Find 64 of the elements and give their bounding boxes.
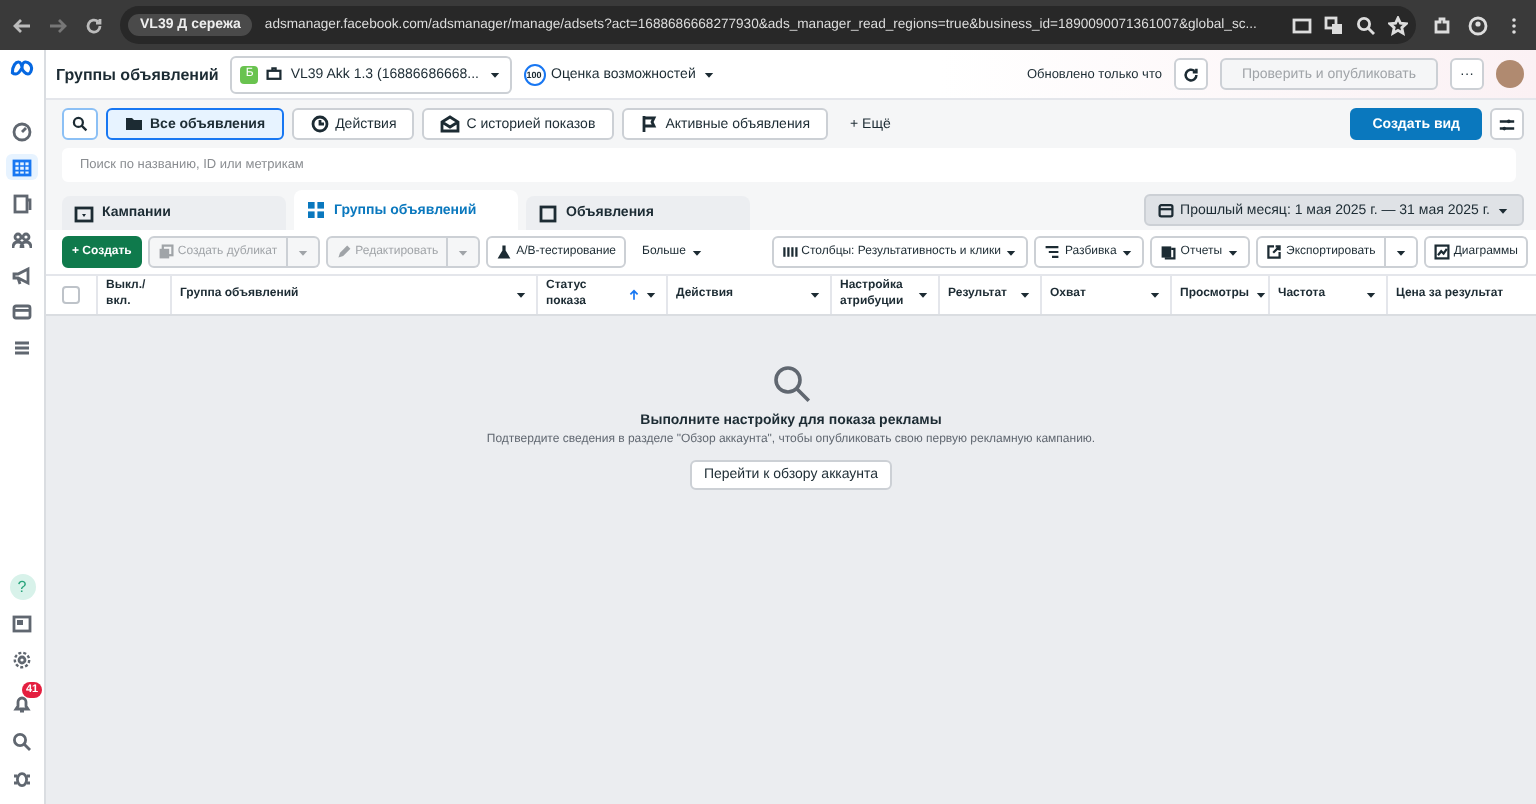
caret-icon (1004, 245, 1019, 259)
caret-icon[interactable] (1148, 288, 1162, 302)
columns-icon (781, 244, 798, 260)
flask-icon (496, 244, 513, 260)
sliders-icon (1498, 115, 1516, 133)
menu-icon (12, 337, 32, 357)
caret-icon (1496, 203, 1510, 217)
caret-icon (295, 245, 310, 259)
search-icon (72, 116, 88, 132)
flag-icon (639, 114, 660, 134)
caret-icon (1393, 245, 1408, 259)
bell-icon (12, 694, 32, 714)
gauge-icon (12, 121, 32, 141)
avatar[interactable] (1496, 60, 1524, 88)
ads-manager-button[interactable] (6, 154, 38, 180)
caret-icon (456, 245, 471, 259)
caret-icon[interactable] (644, 288, 658, 302)
calendar-icon (1158, 202, 1175, 218)
caret-icon[interactable] (916, 288, 930, 302)
square-icon (538, 203, 558, 223)
meta-logo-icon (10, 56, 34, 80)
pencil-icon (335, 244, 352, 260)
caret-icon[interactable] (808, 288, 822, 302)
caret-icon[interactable] (1253, 288, 1268, 302)
reload-button[interactable] (84, 15, 104, 35)
refresh-button[interactable] (1173, 58, 1208, 90)
chart-icon (1433, 244, 1450, 260)
forward-button[interactable] (48, 15, 68, 35)
copy-icon (157, 244, 174, 260)
envelope-icon (440, 114, 461, 134)
bug-icon (12, 767, 32, 787)
caret-icon[interactable] (1364, 288, 1378, 302)
caret-icon (487, 67, 501, 81)
search-button[interactable] (62, 108, 98, 140)
export-icon (1266, 244, 1283, 260)
star-icon (1388, 15, 1408, 35)
profile-icon (1468, 15, 1488, 35)
caret-icon (1226, 245, 1241, 259)
caret-icon[interactable] (1018, 288, 1032, 302)
people-icon (12, 229, 32, 249)
caret-icon (701, 67, 716, 81)
megaphone-icon (12, 265, 32, 285)
table-icon (12, 157, 32, 177)
caret-icon (689, 245, 704, 259)
page-title: Группы объявлений (56, 65, 219, 83)
search-icon (12, 731, 32, 751)
grid-icon (306, 200, 326, 220)
caret-icon[interactable] (514, 288, 528, 302)
caret-icon (1120, 245, 1135, 259)
refresh-icon (1181, 65, 1200, 83)
settings-icon (12, 649, 32, 669)
arrow-left-icon (12, 15, 32, 35)
card-icon (12, 301, 32, 321)
zoom-icon (1356, 15, 1376, 35)
sort-arrow-icon (628, 288, 640, 302)
news-icon (12, 613, 32, 633)
breakdown-icon (1044, 244, 1061, 260)
book-icon (12, 193, 32, 213)
reload-icon (84, 15, 104, 35)
search-icon (771, 364, 811, 404)
arrow-right-icon (48, 15, 68, 35)
back-button[interactable] (12, 15, 32, 35)
view-settings-button[interactable] (1490, 108, 1524, 140)
select-all-checkbox[interactable] (62, 286, 80, 304)
